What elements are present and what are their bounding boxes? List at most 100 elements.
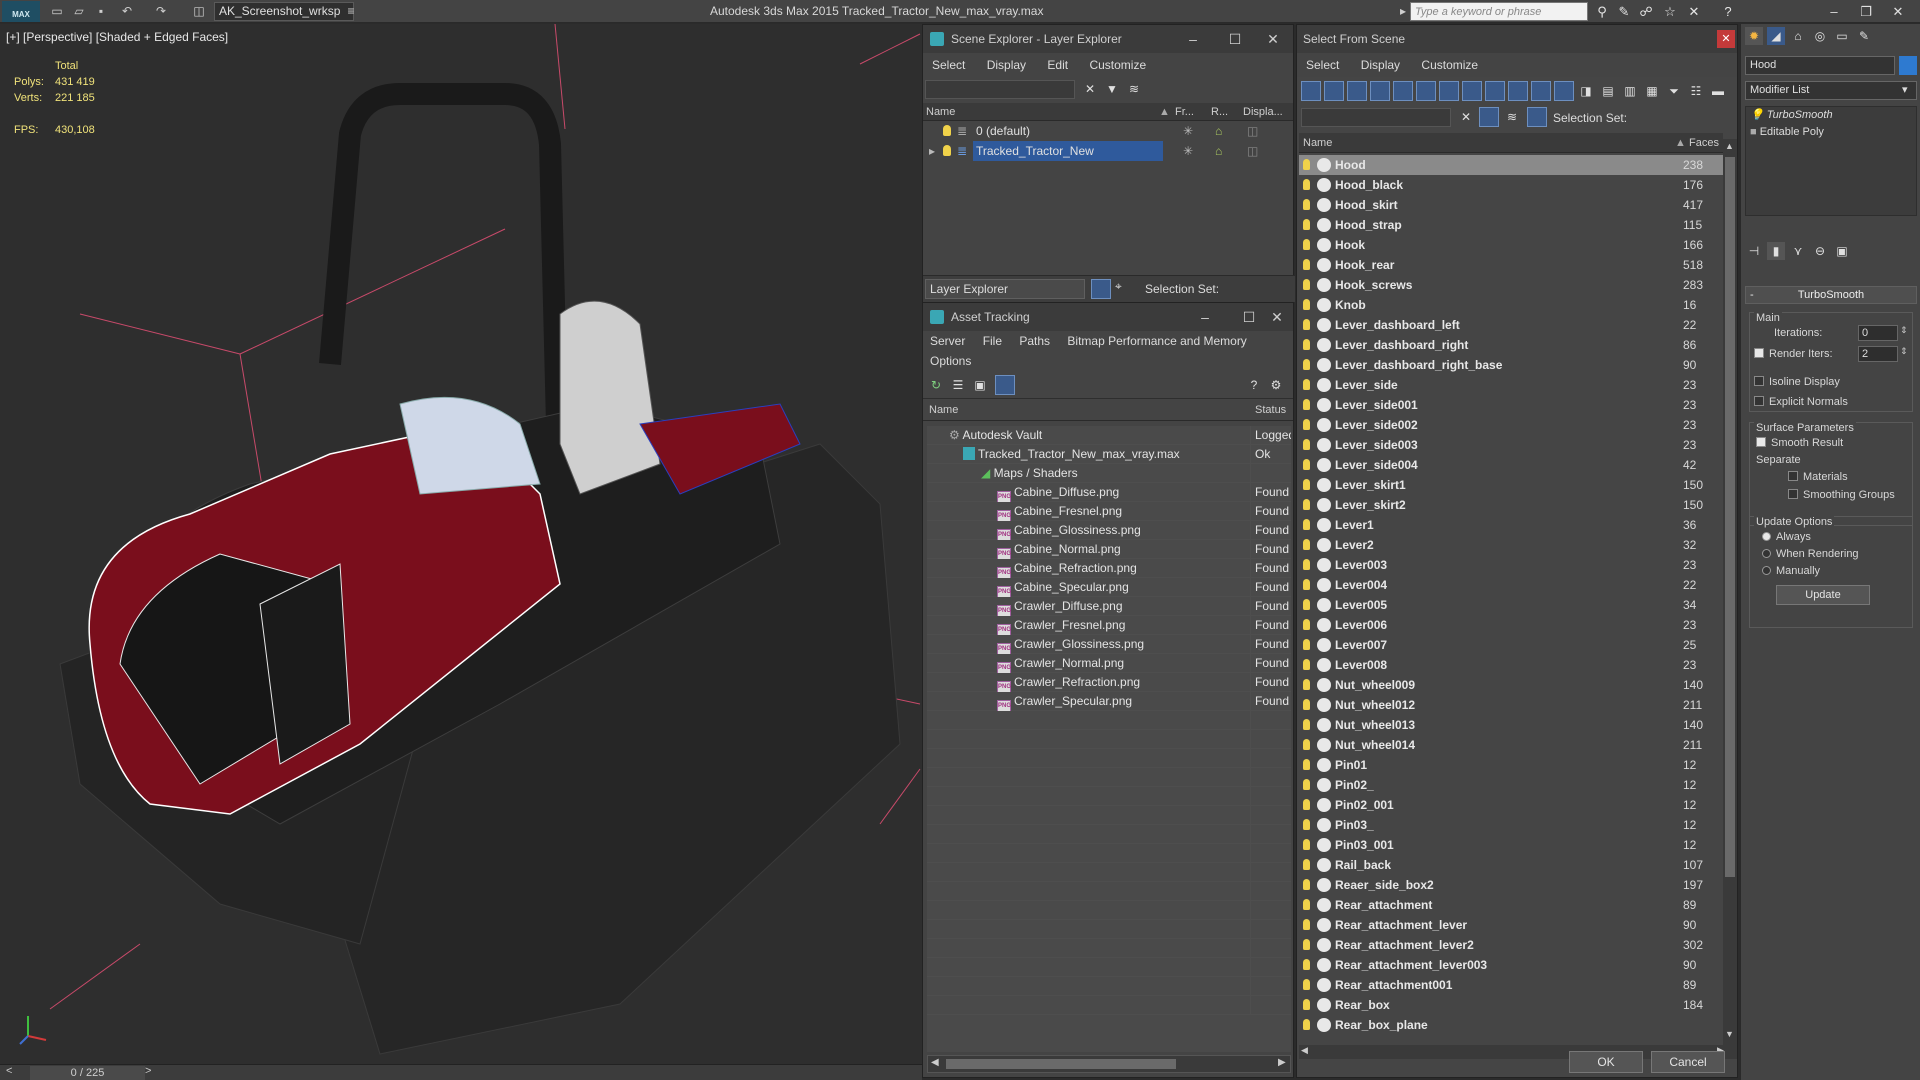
modifier-list-dropdown[interactable]: Modifier List ▾ <box>1745 81 1917 100</box>
menu-options[interactable]: Options <box>923 351 978 371</box>
close-button[interactable]: ✕ <box>1717 30 1735 48</box>
object-row[interactable]: Lever2 32 <box>1299 535 1723 555</box>
layer-row[interactable]: ≣ 0 (default) ✳ ⌂ ◫ <box>923 121 1293 141</box>
subscription-icon[interactable]: ✎ <box>1614 3 1634 20</box>
hierarchy-tab-icon[interactable]: ⌂ <box>1789 27 1807 45</box>
asset-row-vault[interactable]: ⚙ Autodesk Vault Logged <box>927 426 1291 445</box>
render-iters-row[interactable]: Render Iters: <box>1754 348 1833 360</box>
scroll-left-icon[interactable]: ◀ <box>931 1057 939 1068</box>
scroll-left-icon[interactable]: ◀ <box>1301 1045 1308 1056</box>
refresh-icon[interactable]: ↻ <box>927 376 945 394</box>
display-all-icon[interactable]: ◨ <box>1577 82 1595 100</box>
visibility-bulb-icon[interactable] <box>1303 839 1310 850</box>
remove-modifier-icon[interactable]: ⊖ <box>1811 242 1829 260</box>
configure-sets-icon[interactable]: ▣ <box>1833 242 1851 260</box>
menu-edit[interactable]: Edit <box>1038 53 1077 77</box>
pin-stack-icon[interactable]: ⊣ <box>1745 242 1763 260</box>
layer-visible-icon[interactable] <box>943 141 951 161</box>
favorites-icon[interactable]: ☆ <box>1660 3 1680 20</box>
display-tab-icon[interactable]: ▭ <box>1833 27 1851 45</box>
select-all-icon[interactable]: ▦ <box>1643 82 1661 100</box>
object-row[interactable]: Hook_screws 283 <box>1299 275 1723 295</box>
spinner-arrows-icon[interactable]: ⇕ <box>1900 325 1908 336</box>
smoothing-groups-checkbox[interactable] <box>1788 489 1798 499</box>
visibility-bulb-icon[interactable] <box>1303 159 1310 170</box>
object-row[interactable]: Nut_wheel012 211 <box>1299 695 1723 715</box>
asset-row-folder[interactable]: ◢ Maps / Shaders <box>927 464 1291 483</box>
scroll-down-icon[interactable]: ▼ <box>1725 1029 1734 1039</box>
object-row[interactable]: Lever_dashboard_left 22 <box>1299 315 1723 335</box>
close-button[interactable]: ✕ <box>1884 2 1912 21</box>
asset-row-map[interactable]: PNG Cabine_Fresnel.png Found <box>927 502 1291 521</box>
visibility-bulb-icon[interactable] <box>1303 779 1310 790</box>
render-teapot-icon[interactable]: ⌂ <box>1215 141 1222 161</box>
visibility-bulb-icon[interactable] <box>1303 559 1310 570</box>
object-row[interactable]: Rear_attachment_lever003 90 <box>1299 955 1723 975</box>
filter-bones-icon[interactable] <box>1485 81 1505 101</box>
frame-counter[interactable]: 0 / 225 <box>30 1066 145 1080</box>
restore-button[interactable]: ❐ <box>1852 2 1880 21</box>
visibility-bulb-icon[interactable] <box>1303 719 1310 730</box>
visibility-bulb-icon[interactable] <box>1303 319 1310 330</box>
layer-mode-icon[interactable] <box>1091 279 1111 299</box>
visibility-bulb-icon[interactable] <box>1303 1019 1310 1030</box>
clear-find-icon[interactable]: ✕ <box>1457 108 1475 126</box>
close-button[interactable]: ✕ <box>1253 25 1293 53</box>
object-row[interactable]: Lever005 34 <box>1299 595 1723 615</box>
menu-display[interactable]: Display <box>1352 53 1409 77</box>
menu-file[interactable]: File <box>976 331 1009 351</box>
create-tab-icon[interactable]: ✹ <box>1745 27 1763 45</box>
visibility-bulb-icon[interactable] <box>1303 799 1310 810</box>
visibility-bulb-icon[interactable] <box>1303 899 1310 910</box>
visibility-bulb-icon[interactable] <box>1303 959 1310 970</box>
object-vscrollbar[interactable]: ▲ ▼ <box>1723 139 1737 1045</box>
object-row[interactable]: Rear_attachment001 89 <box>1299 975 1723 995</box>
minimize-button[interactable]: – <box>1820 2 1848 21</box>
expand-arrow-icon[interactable]: ▸ <box>929 141 935 161</box>
layer-visible-icon[interactable] <box>943 121 951 141</box>
invert-display-icon[interactable]: ▥ <box>1621 82 1639 100</box>
object-row[interactable]: Nut_wheel014 211 <box>1299 735 1723 755</box>
object-row[interactable]: Pin03_ 12 <box>1299 815 1723 835</box>
filter-geometry-icon[interactable] <box>1301 81 1321 101</box>
object-row[interactable]: Pin02_001 12 <box>1299 795 1723 815</box>
clear-search-icon[interactable]: ✕ <box>1081 80 1099 98</box>
object-row[interactable]: Lever_dashboard_right_base 90 <box>1299 355 1723 375</box>
asset-row-map[interactable]: PNG Cabine_Specular.png Found <box>927 578 1291 597</box>
list-icon[interactable]: ☰ <box>949 376 967 394</box>
visibility-bulb-icon[interactable] <box>1303 199 1310 210</box>
menu-customize[interactable]: Customize <box>1080 53 1155 77</box>
menu-paths[interactable]: Paths <box>1012 331 1057 351</box>
thumbnail-icon[interactable]: ▣ <box>971 376 989 394</box>
asset-row-map[interactable]: PNG Crawler_Specular.png Found <box>927 692 1291 711</box>
visibility-bulb-icon[interactable] <box>1303 699 1310 710</box>
exchange-icon[interactable]: ✕ <box>1684 3 1704 20</box>
workspace-menu-icon[interactable]: ≡ <box>342 3 360 19</box>
layers-icon[interactable]: ≋ <box>1503 108 1521 126</box>
app-logo[interactable]: MAX <box>2 1 40 22</box>
undo-icon[interactable]: ↶ <box>118 3 136 19</box>
explorer-type-dropdown[interactable]: Layer Explorer <box>925 279 1085 299</box>
viewport-label[interactable]: [+] [Perspective] [Shaded + Edged Faces] <box>6 30 228 44</box>
visibility-bulb-icon[interactable] <box>1303 579 1310 590</box>
col-name[interactable]: Name <box>926 103 955 121</box>
visibility-bulb-icon[interactable] <box>1303 879 1310 890</box>
visibility-bulb-icon[interactable] <box>1303 519 1310 530</box>
visibility-bulb-icon[interactable] <box>1303 179 1310 190</box>
freeze-icon[interactable]: ✳ <box>1183 121 1193 141</box>
col-faces[interactable]: Faces <box>1689 133 1719 153</box>
visibility-bulb-icon[interactable] <box>1303 539 1310 550</box>
object-name-field[interactable]: Hood <box>1745 56 1895 75</box>
object-row[interactable]: Nut_wheel009 140 <box>1299 675 1723 695</box>
asset-row-file[interactable]: Tracked_Tractor_New_max_vray.max Ok <box>927 445 1291 464</box>
layer-name[interactable]: 0 (default) <box>973 121 1033 141</box>
prev-frame-button[interactable]: < <box>6 1065 12 1077</box>
asset-row-map[interactable]: PNG Cabine_Glossiness.png Found <box>927 521 1291 540</box>
visibility-bulb-icon[interactable] <box>1303 259 1310 270</box>
filter-groups-icon[interactable] <box>1439 81 1459 101</box>
object-row[interactable]: Pin01 12 <box>1299 755 1723 775</box>
asset-row-map[interactable]: PNG Crawler_Normal.png Found <box>927 654 1291 673</box>
object-row[interactable]: Rear_box 184 <box>1299 995 1723 1015</box>
layer-name[interactable]: Tracked_Tractor_New <box>973 141 1163 161</box>
scroll-right-icon[interactable]: ▶ <box>1278 1057 1286 1068</box>
